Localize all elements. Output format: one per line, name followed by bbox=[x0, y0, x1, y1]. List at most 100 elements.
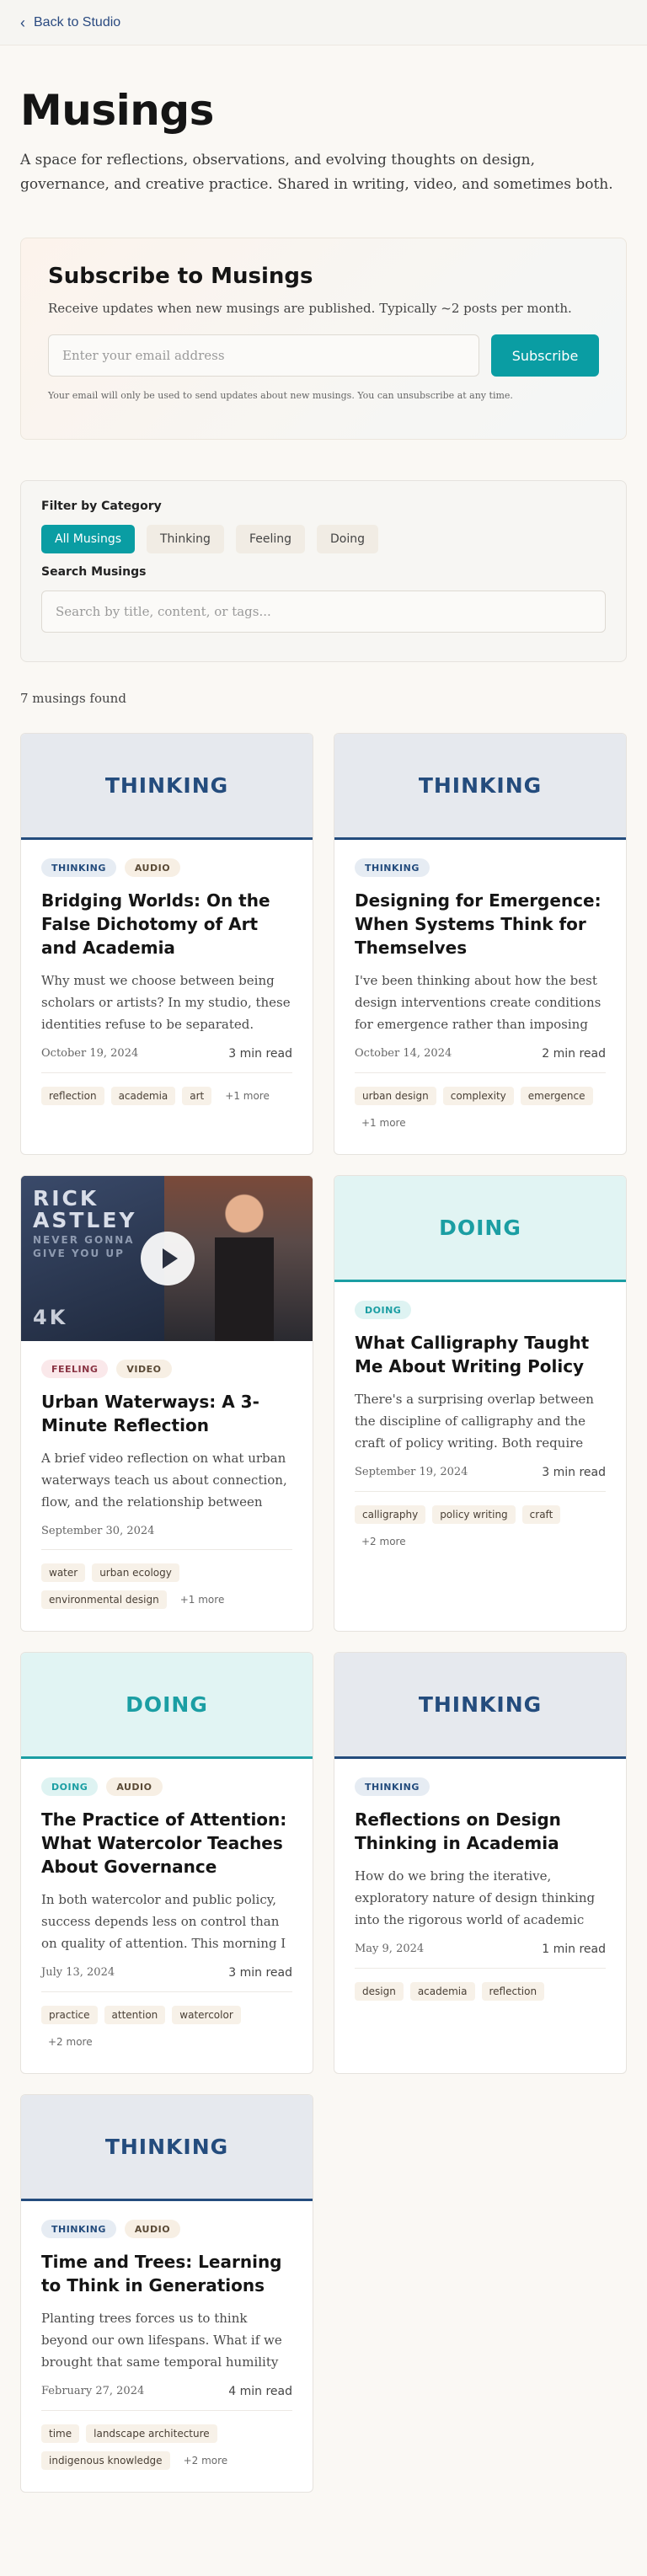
tag[interactable]: landscape architecture bbox=[86, 2424, 217, 2443]
card-tags: calligraphy policy writing craft +2 more bbox=[355, 1505, 606, 1551]
tag[interactable]: art bbox=[182, 1087, 212, 1105]
card-meta: July 13, 2024 3 min read bbox=[41, 1966, 292, 1992]
media-type-badge: VIDEO bbox=[116, 1360, 172, 1378]
tag[interactable]: water bbox=[41, 1563, 86, 1582]
card-tags: practice attention watercolor +2 more bbox=[41, 2006, 292, 2051]
subscribe-description: Receive updates when new musings are pub… bbox=[48, 301, 572, 316]
card-tags: urban design complexity emergence +1 more bbox=[355, 1087, 606, 1132]
card-read-time: 3 min read bbox=[228, 1966, 292, 1980]
card-tags: water urban ecology environmental design +1… bbox=[41, 1563, 292, 1609]
card-tags: design academia reflection bbox=[355, 1982, 606, 2001]
card-title[interactable]: What Calligraphy Taught Me About Writing… bbox=[355, 1331, 606, 1378]
card-meta: February 27, 2024 4 min read bbox=[41, 2385, 292, 2411]
video-title: RICK ASTLEY bbox=[33, 1188, 137, 1232]
tag[interactable]: urban design bbox=[355, 1087, 436, 1105]
card-meta: October 19, 2024 3 min read bbox=[41, 1047, 292, 1073]
results-count: 7 musings found bbox=[20, 691, 126, 706]
musing-card[interactable]: RICK ASTLEY NEVER GONNA GIVE YOU UP 4K FEELIN… bbox=[20, 1175, 313, 1632]
card-category-banner: THINKING bbox=[334, 1653, 626, 1759]
musing-card[interactable]: THINKING THINKING AUDIO Bridging Worlds: On… bbox=[20, 733, 313, 1155]
more-tags-count: +2 more bbox=[48, 2036, 93, 2048]
card-tags: time landscape architecture indigenous kno… bbox=[41, 2424, 292, 2470]
card-badges: THINKING bbox=[355, 858, 606, 877]
card-date: September 19, 2024 bbox=[355, 1466, 468, 1478]
video-subtitle: NEVER GONNA GIVE YOU UP bbox=[33, 1233, 135, 1260]
tag[interactable]: academia bbox=[409, 1982, 475, 2001]
tag[interactable]: craft bbox=[521, 1505, 561, 1524]
tag[interactable]: attention bbox=[104, 2006, 166, 2024]
card-tags: reflection academia art +1 more bbox=[41, 1087, 292, 1105]
email-input[interactable] bbox=[48, 334, 479, 377]
card-meta: October 14, 2024 2 min read bbox=[355, 1047, 606, 1073]
card-excerpt: In both watercolor and public policy, su… bbox=[41, 1892, 286, 1951]
card-title[interactable]: Reflections on Design Thinking in Academ… bbox=[355, 1808, 606, 1855]
musing-card[interactable]: DOING DOING AUDIO The Practice of Attention… bbox=[20, 1652, 313, 2074]
tag[interactable]: practice bbox=[41, 2006, 98, 2024]
play-icon bbox=[162, 1248, 178, 1269]
video-quality-label: 4K bbox=[33, 1306, 68, 1329]
tag[interactable]: reflection bbox=[41, 1087, 104, 1105]
card-excerpt: Planting trees forces us to think beyond… bbox=[41, 2311, 282, 2370]
tag[interactable]: reflection bbox=[481, 1982, 545, 2001]
musing-card[interactable]: THINKING THINKING Designing for Emergence:… bbox=[334, 733, 627, 1155]
card-date: October 19, 2024 bbox=[41, 1047, 139, 1060]
category-badge: DOING bbox=[355, 1301, 412, 1319]
musing-card[interactable]: DOING DOING What Calligraphy Taught Me Abo… bbox=[334, 1175, 627, 1632]
card-excerpt: Why must we choose between being scholar… bbox=[41, 973, 291, 1032]
media-type-badge: AUDIO bbox=[106, 1777, 163, 1796]
card-title[interactable]: Designing for Emergence: When Systems Th… bbox=[355, 889, 606, 959]
back-to-studio-link[interactable]: ‹ Back to Studio bbox=[20, 15, 120, 30]
card-badges: DOING AUDIO bbox=[41, 1777, 292, 1796]
card-title[interactable]: Time and Trees: Learning to Think in Gen… bbox=[41, 2250, 292, 2297]
card-excerpt: There's a surprising overlap between the… bbox=[355, 1392, 594, 1451]
subscribe-button[interactable]: Subscribe bbox=[491, 334, 599, 377]
card-read-time: 2 min read bbox=[542, 1047, 606, 1061]
subscribe-title: Subscribe to Musings bbox=[48, 264, 313, 289]
category-badge: FEELING bbox=[41, 1360, 109, 1378]
card-read-time: 1 min read bbox=[542, 1943, 606, 1956]
category-badge: THINKING bbox=[355, 1777, 430, 1796]
musings-grid: THINKING THINKING AUDIO Bridging Worlds: On… bbox=[20, 733, 627, 2493]
card-date: September 30, 2024 bbox=[41, 1525, 155, 1537]
tag[interactable]: environmental design bbox=[41, 1590, 167, 1609]
card-title[interactable]: Urban Waterways: A 3-Minute Reflection bbox=[41, 1390, 292, 1437]
card-title[interactable]: Bridging Worlds: On the False Dichotomy … bbox=[41, 889, 292, 959]
card-date: May 9, 2024 bbox=[355, 1943, 425, 1955]
tag[interactable]: complexity bbox=[442, 1087, 514, 1105]
play-button[interactable] bbox=[141, 1232, 195, 1285]
chip-feeling[interactable]: Feeling bbox=[235, 525, 306, 553]
category-chips: All Musings Thinking Feeling Doing bbox=[41, 525, 606, 553]
tag[interactable]: calligraphy bbox=[355, 1505, 426, 1524]
musing-card[interactable]: THINKING THINKING AUDIO Time and Trees: Lea… bbox=[20, 2094, 313, 2493]
chip-all-musings[interactable]: All Musings bbox=[41, 525, 135, 553]
tag[interactable]: design bbox=[355, 1982, 404, 2001]
card-meta: May 9, 2024 1 min read bbox=[355, 1943, 606, 1969]
card-category-banner: THINKING bbox=[21, 734, 313, 840]
card-meta: September 30, 2024 bbox=[41, 1525, 292, 1550]
category-badge: THINKING bbox=[41, 2220, 116, 2238]
video-thumbnail[interactable]: RICK ASTLEY NEVER GONNA GIVE YOU UP 4K bbox=[21, 1176, 313, 1341]
card-read-time: 4 min read bbox=[228, 2385, 292, 2398]
search-input[interactable] bbox=[41, 591, 606, 633]
page-title: Musings bbox=[20, 86, 214, 135]
more-tags-count: +1 more bbox=[225, 1090, 270, 1102]
musing-card[interactable]: THINKING THINKING Reflections on Design Th… bbox=[334, 1652, 627, 2074]
card-category-banner: DOING bbox=[21, 1653, 313, 1759]
category-badge: DOING bbox=[41, 1777, 99, 1796]
filter-panel: Filter by Category All Musings Thinking … bbox=[20, 480, 627, 662]
tag[interactable]: academia bbox=[110, 1087, 176, 1105]
tag[interactable]: time bbox=[41, 2424, 80, 2443]
tag[interactable]: indigenous knowledge bbox=[41, 2451, 170, 2470]
card-title[interactable]: The Practice of Attention: What Watercol… bbox=[41, 1808, 292, 1879]
subscribe-fineprint: Your email will only be used to send upd… bbox=[48, 390, 513, 401]
more-tags-count: +1 more bbox=[361, 1117, 406, 1129]
card-excerpt: How do we bring the iterative, explorato… bbox=[355, 1868, 596, 1927]
more-tags-count: +2 more bbox=[183, 2455, 228, 2466]
tag[interactable]: emergence bbox=[520, 1087, 593, 1105]
tag[interactable]: policy writing bbox=[432, 1505, 516, 1524]
tag[interactable]: urban ecology bbox=[92, 1563, 179, 1582]
chip-thinking[interactable]: Thinking bbox=[147, 525, 224, 553]
card-excerpt: A brief video reflection on what urban w… bbox=[41, 1451, 287, 1510]
tag[interactable]: watercolor bbox=[172, 2006, 241, 2024]
chip-doing[interactable]: Doing bbox=[317, 525, 379, 553]
